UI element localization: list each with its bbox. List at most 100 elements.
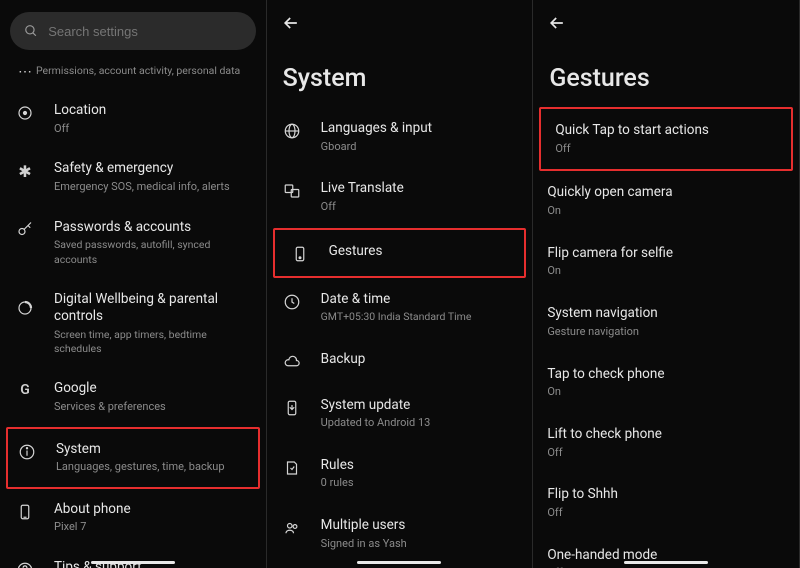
gestures-item-camera[interactable]: Quickly open camera On xyxy=(533,171,799,231)
list-item-title: Flip camera for selfie xyxy=(547,245,785,263)
page-title: System xyxy=(267,46,533,107)
highlight-quick-tap: Quick Tap to start actions Off xyxy=(539,107,793,171)
settings-item-sub: Pixel 7 xyxy=(54,520,252,535)
list-item-sub: Off xyxy=(555,142,777,157)
gesture-nav-bar[interactable] xyxy=(624,561,708,564)
list-item-sub: On xyxy=(547,264,785,279)
settings-item-title: About phone xyxy=(54,501,252,519)
system-item-datetime[interactable]: Date & time GMT+05:30 India Standard Tim… xyxy=(267,278,533,338)
list-item-sub: On xyxy=(547,204,785,219)
key-icon xyxy=(16,221,34,239)
list-item-title: Backup xyxy=(321,351,519,369)
info-icon xyxy=(18,443,36,461)
list-item-title: Date & time xyxy=(321,291,519,309)
list-item-title: Rules xyxy=(321,457,519,475)
rules-icon xyxy=(283,459,301,477)
asterisk-icon: ✱ xyxy=(18,162,31,181)
gestures-item-navigation[interactable]: System navigation Gesture navigation xyxy=(533,292,799,352)
list-item-sub: Signed in as Yash xyxy=(321,537,519,552)
settings-item-google[interactable]: G Google Services & preferences xyxy=(0,368,266,426)
settings-item-about[interactable]: About phone Pixel 7 xyxy=(0,489,266,547)
gestures-item-flip-shhh[interactable]: Flip to Shhh Off xyxy=(533,473,799,533)
settings-item-safety[interactable]: ✱ Safety & emergency Emergency SOS, medi… xyxy=(0,148,266,206)
search-field[interactable] xyxy=(10,12,256,50)
gestures-icon xyxy=(291,245,309,263)
highlight-gestures: Gestures xyxy=(273,228,527,278)
help-icon xyxy=(16,561,34,568)
location-icon xyxy=(16,104,34,122)
settings-item-tips[interactable]: Tips & support Help articles, phone & ch… xyxy=(0,547,266,568)
gestures-item-quicktap[interactable]: Quick Tap to start actions Off xyxy=(541,109,791,169)
system-item-update[interactable]: System update Updated to Android 13 xyxy=(267,384,533,444)
phone-icon xyxy=(16,503,34,521)
settings-item-passwords[interactable]: Passwords & accounts Saved passwords, au… xyxy=(0,207,266,279)
list-item-sub: Gesture navigation xyxy=(547,325,785,340)
list-item-title: Tap to check phone xyxy=(547,366,785,384)
system-item-backup[interactable]: Backup xyxy=(267,338,533,384)
search-input[interactable] xyxy=(48,24,241,39)
settings-item-privacy-peek[interactable]: ⋯ Permissions, account activity, persona… xyxy=(0,58,266,90)
list-item-sub: GMT+05:30 India Standard Time xyxy=(321,310,519,324)
system-item-gestures[interactable]: Gestures xyxy=(275,230,525,276)
users-icon xyxy=(283,519,301,537)
list-item-sub: Gboard xyxy=(321,140,519,155)
gesture-nav-bar[interactable] xyxy=(357,561,441,564)
system-list: Languages & input Gboard Live Translate … xyxy=(267,107,533,568)
settings-item-system[interactable]: System Languages, gestures, time, backup xyxy=(8,429,258,487)
list-item-sub: On xyxy=(547,385,785,400)
settings-item-sub: Screen time, app timers, bedtime schedul… xyxy=(54,328,252,356)
settings-item-title: Passwords & accounts xyxy=(54,219,252,237)
settings-item-title: Digital Wellbeing & parental controls xyxy=(54,291,252,326)
list-item-sub: Updated to Android 13 xyxy=(321,416,519,431)
list-item-sub: 0 rules xyxy=(321,476,519,491)
list-item-title: Gestures xyxy=(329,243,511,261)
page-title: Gestures xyxy=(533,46,799,107)
system-item-users[interactable]: Multiple users Signed in as Yash xyxy=(267,504,533,564)
settings-item-sub: Off xyxy=(54,122,252,137)
settings-panel: ⋯ Permissions, account activity, persona… xyxy=(0,0,267,568)
list-item-title: Lift to check phone xyxy=(547,426,785,444)
back-icon[interactable] xyxy=(547,13,567,33)
settings-item-wellbeing[interactable]: Digital Wellbeing & parental controls Sc… xyxy=(0,279,266,368)
system-item-rules[interactable]: Rules 0 rules xyxy=(267,444,533,504)
gestures-item-tap-check[interactable]: Tap to check phone On xyxy=(533,353,799,413)
list-item-title: Quickly open camera xyxy=(547,184,785,202)
topbar xyxy=(267,0,533,46)
list-item-sub: Off xyxy=(547,506,785,521)
update-icon xyxy=(283,399,301,417)
globe-icon xyxy=(283,122,301,140)
settings-item-sub: Saved passwords, autofill, synced accoun… xyxy=(54,238,252,266)
list-item-sub: Off xyxy=(321,200,519,215)
system-item-languages[interactable]: Languages & input Gboard xyxy=(267,107,533,167)
list-item-title: System update xyxy=(321,397,519,415)
list-item-title: Flip to Shhh xyxy=(547,486,785,504)
gesture-nav-bar[interactable] xyxy=(91,561,175,564)
clock-icon xyxy=(283,293,301,311)
settings-list: Location Off ✱ Safety & emergency Emerge… xyxy=(0,90,266,568)
topbar xyxy=(533,0,799,46)
gestures-item-lift-check[interactable]: Lift to check phone Off xyxy=(533,413,799,473)
settings-item-title: Safety & emergency xyxy=(54,160,252,178)
settings-item-location[interactable]: Location Off xyxy=(0,90,266,148)
back-icon[interactable] xyxy=(281,13,301,33)
list-item-title: Languages & input xyxy=(321,120,519,138)
settings-item-title: System xyxy=(56,441,250,459)
gestures-item-flip-camera[interactable]: Flip camera for selfie On xyxy=(533,232,799,292)
system-item-translate[interactable]: Live Translate Off xyxy=(267,167,533,227)
list-item-sub: Off xyxy=(547,446,785,461)
list-item-title: Quick Tap to start actions xyxy=(555,122,777,140)
settings-item-sub: Emergency SOS, medical info, alerts xyxy=(54,180,252,195)
translate-icon xyxy=(283,182,301,200)
list-item-title: System navigation xyxy=(547,305,785,323)
cloud-icon xyxy=(283,353,301,371)
settings-item-title: Location xyxy=(54,102,252,120)
gestures-list: Quick Tap to start actions Off Quickly o… xyxy=(533,107,799,568)
settings-item-sub: Services & preferences xyxy=(54,400,252,415)
highlight-system: System Languages, gestures, time, backup xyxy=(6,427,260,489)
system-panel: System Languages & input Gboard Live Tra… xyxy=(267,0,534,568)
gestures-panel: Gestures Quick Tap to start actions Off … xyxy=(533,0,800,568)
dots-icon: ⋯ xyxy=(18,64,32,80)
settings-item-sub: Languages, gestures, time, backup xyxy=(56,460,250,475)
list-item-title: Multiple users xyxy=(321,517,519,535)
wellbeing-icon xyxy=(16,299,34,317)
